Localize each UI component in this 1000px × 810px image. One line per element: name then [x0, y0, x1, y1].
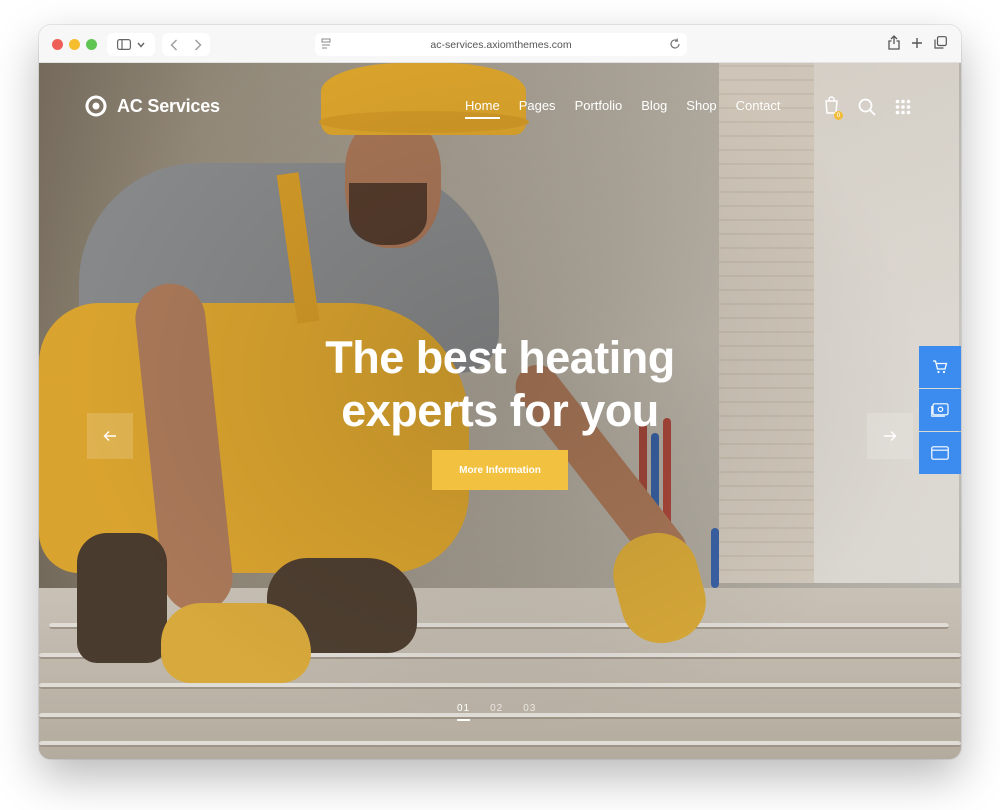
new-tab-icon[interactable]	[911, 37, 923, 49]
side-window-button[interactable]	[919, 432, 961, 474]
close-window-button[interactable]	[52, 39, 63, 50]
address-bar[interactable]: ac-services.axiomthemes.com	[315, 33, 687, 56]
side-widget-panel	[919, 346, 961, 475]
browser-actions	[888, 35, 947, 50]
window-icon	[931, 446, 949, 460]
side-demos-button[interactable]	[919, 389, 961, 431]
arrow-right-icon	[884, 431, 897, 441]
hero-title-line: The best heating	[325, 332, 675, 383]
side-cart-button[interactable]	[919, 346, 961, 388]
browser-toolbar: ac-services.axiomthemes.com	[39, 25, 961, 63]
chevron-down-icon	[137, 42, 145, 48]
nav-home[interactable]: Home	[465, 98, 500, 119]
zoom-window-button[interactable]	[86, 39, 97, 50]
back-icon[interactable]	[170, 39, 178, 51]
sidebar-icon	[117, 39, 131, 50]
nav-contact[interactable]: Contact	[736, 98, 781, 119]
url-text: ac-services.axiomthemes.com	[430, 38, 572, 51]
forward-icon[interactable]	[194, 39, 202, 51]
slide-indicator-1[interactable]: 01	[457, 703, 471, 721]
cart-icon	[933, 360, 948, 374]
minimize-window-button[interactable]	[69, 39, 80, 50]
history-navigation	[162, 33, 210, 56]
slider-prev-button[interactable]	[87, 413, 133, 459]
logo-swirl-icon	[85, 95, 107, 117]
main-navigation: Home Pages Portfolio Blog Shop Contact	[465, 98, 780, 119]
tabs-overview-icon[interactable]	[934, 36, 947, 49]
nav-portfolio[interactable]: Portfolio	[575, 98, 623, 119]
nav-pages[interactable]: Pages	[519, 98, 556, 119]
arrow-left-icon	[103, 431, 116, 441]
share-icon[interactable]	[888, 35, 900, 50]
hero-title-line: experts for you	[341, 385, 659, 436]
site-logo[interactable]: AC Services	[83, 93, 220, 119]
cart-count-badge: 0	[834, 111, 843, 120]
sidebar-toggle-button[interactable]	[107, 33, 155, 56]
site-header: AC Services Home Pages Portfolio Blog Sh…	[39, 63, 961, 153]
search-icon[interactable]	[858, 98, 876, 116]
reload-icon[interactable]	[669, 38, 681, 50]
hero-title: The best heating experts for you	[39, 331, 961, 437]
nav-shop[interactable]: Shop	[686, 98, 716, 119]
slider-next-button[interactable]	[867, 413, 913, 459]
cart-button[interactable]: 0	[824, 96, 843, 120]
slider-pagination: 01 02 03	[457, 703, 536, 721]
hero-slider: AC Services Home Pages Portfolio Blog Sh…	[39, 63, 961, 759]
slide-indicator-2[interactable]: 02	[490, 703, 503, 721]
logo-text: AC Services	[117, 95, 220, 116]
slide-indicator-3[interactable]: 03	[523, 703, 536, 721]
browser-window: ac-services.axiomthemes.com AC Services …	[39, 25, 961, 759]
more-information-button[interactable]: More Information	[432, 450, 568, 490]
header-actions: 0	[824, 96, 911, 120]
nav-blog[interactable]: Blog	[641, 98, 667, 119]
image-settings-icon	[931, 403, 949, 417]
page-settings-icon[interactable]	[321, 38, 331, 50]
grid-menu-icon[interactable]	[895, 99, 911, 115]
